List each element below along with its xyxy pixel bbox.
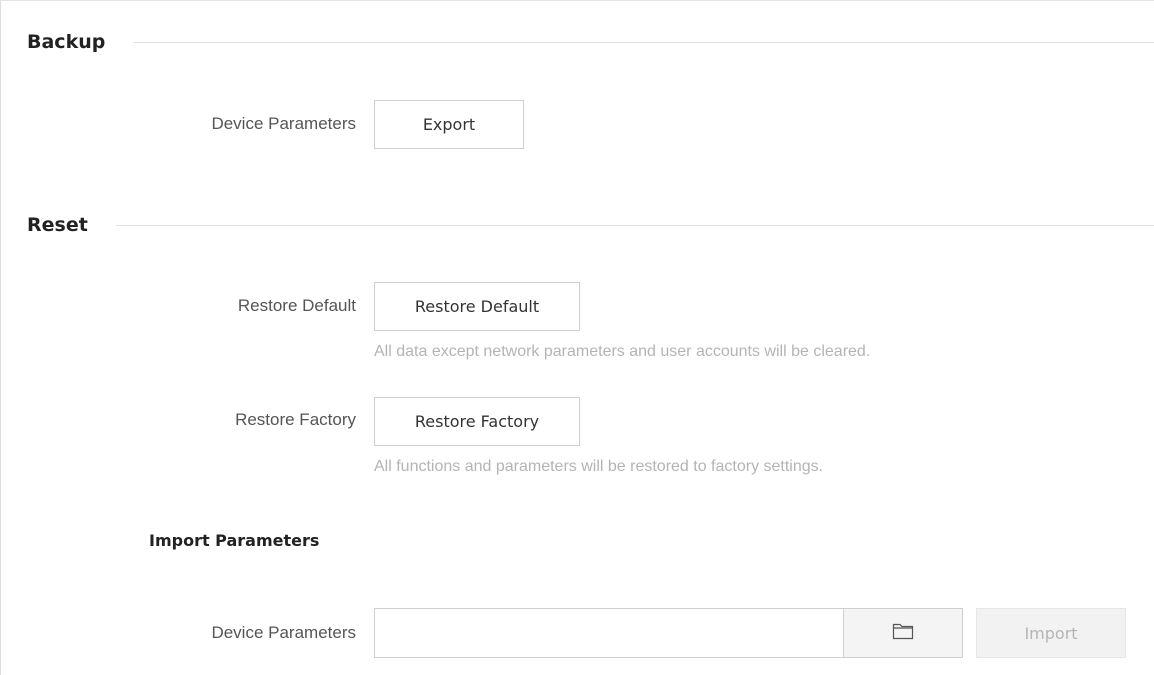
- backup-device-parameters-label: Device Parameters: [211, 114, 356, 133]
- import-parameters-title: Import Parameters: [149, 531, 320, 550]
- backup-divider: [133, 41, 1154, 43]
- restore-factory-hint: All functions and parameters will be res…: [374, 458, 824, 475]
- restore-factory-label: Restore Factory: [235, 410, 356, 429]
- import-button[interactable]: Import: [976, 608, 1126, 658]
- maintenance-page: Backup Device Parameters Export Reset Re…: [0, 0, 1154, 675]
- reset-divider: [115, 224, 1154, 226]
- restore-factory-button[interactable]: Restore Factory: [374, 397, 580, 446]
- reset-title: Reset: [27, 214, 88, 236]
- import-file-path-input[interactable]: [374, 608, 844, 658]
- reset-section-header: Reset: [27, 214, 1154, 236]
- folder-icon: [892, 622, 914, 645]
- backup-title: Backup: [27, 31, 106, 53]
- import-device-parameters-label: Device Parameters: [211, 623, 356, 642]
- restore-default-hint: All data except network parameters and u…: [374, 343, 871, 360]
- browse-file-button[interactable]: [843, 608, 963, 658]
- restore-default-button[interactable]: Restore Default: [374, 282, 580, 331]
- export-button[interactable]: Export: [374, 100, 524, 149]
- restore-default-label: Restore Default: [237, 296, 356, 315]
- backup-section-header: Backup: [27, 31, 1154, 53]
